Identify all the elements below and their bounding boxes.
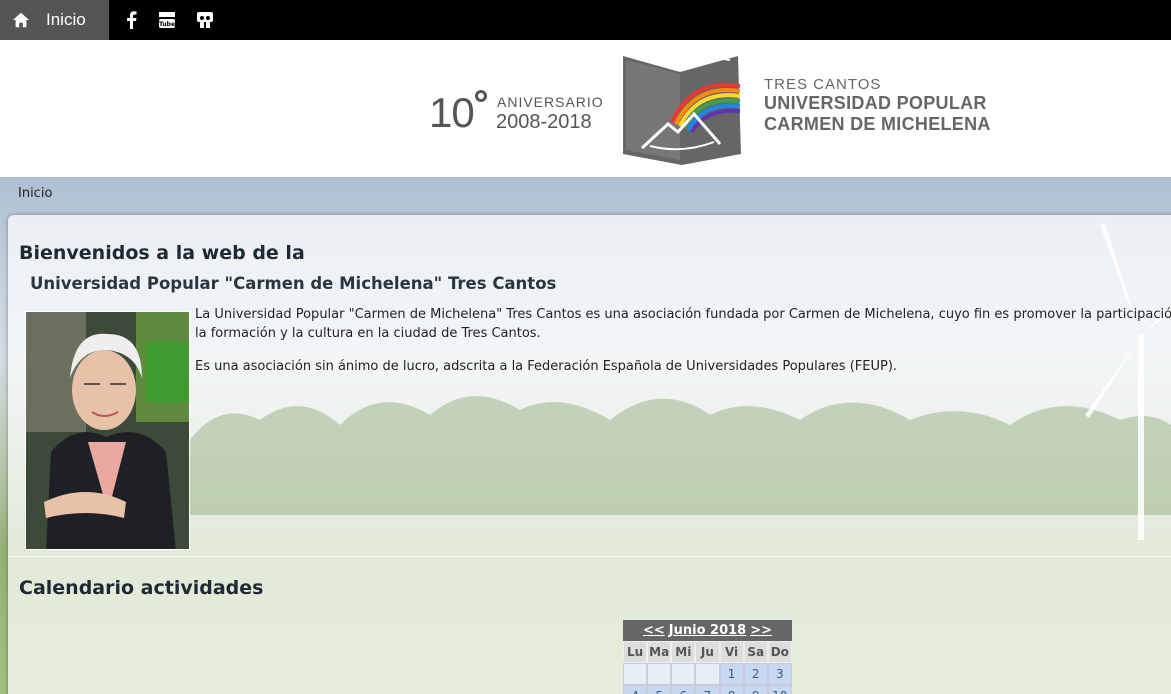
founder-portrait bbox=[25, 311, 190, 550]
calendar-day[interactable]: 3 bbox=[767, 663, 792, 685]
wind-turbine-icon bbox=[1085, 223, 1171, 540]
week-row: 1 2 3 bbox=[623, 663, 792, 685]
weekday-cell: Sa bbox=[743, 641, 768, 663]
weekday-cell: Ju bbox=[695, 641, 720, 663]
svg-text:Tube: Tube bbox=[159, 21, 175, 28]
calendar-header: << Junio 2018 >> bbox=[623, 620, 792, 641]
calendar-empty-cell bbox=[671, 663, 696, 685]
slideshare-icon[interactable] bbox=[195, 10, 215, 30]
horizon-line bbox=[8, 556, 1171, 557]
welcome-heading: Bienvenidos a la web de la bbox=[19, 242, 305, 264]
feup-paragraph: Es una asociación sin ánimo de lucro, ad… bbox=[195, 359, 898, 374]
week-row: 4 5 6 7 8 9 10 bbox=[623, 685, 792, 694]
calendar-day[interactable]: 9 bbox=[743, 685, 768, 694]
anniversary-years: 2008-2018 bbox=[496, 111, 592, 133]
activities-calendar: << Junio 2018 >> Lu Ma Mi Ju Vi Sa Do 1 … bbox=[623, 620, 792, 694]
trees-background bbox=[190, 396, 1171, 515]
calendar-day[interactable]: 1 bbox=[719, 663, 744, 685]
breadcrumb[interactable]: Inicio bbox=[18, 186, 52, 201]
intro-paragraph: La Universidad Popular "Carmen de Michel… bbox=[195, 307, 1171, 341]
calendar-empty-cell bbox=[695, 663, 720, 685]
facebook-icon[interactable] bbox=[121, 10, 141, 30]
calendar-day[interactable]: 2 bbox=[743, 663, 768, 685]
anniversary-word: ANIVERSARIO bbox=[497, 94, 604, 110]
site-header: 10 ANIVERSARIO 2008-2018 TRES CANTOS UNI… bbox=[0, 40, 1171, 177]
weekday-row: Lu Ma Mi Ju Vi Sa Do bbox=[623, 641, 792, 663]
degree-icon bbox=[475, 90, 487, 102]
calendar-day[interactable]: 5 bbox=[647, 685, 672, 694]
brand-name-line1: UNIVERSIDAD POPULAR bbox=[764, 93, 987, 113]
weekday-cell: Lu bbox=[623, 641, 648, 663]
calendar-day[interactable]: 6 bbox=[671, 685, 696, 694]
calendar-empty-cell bbox=[623, 663, 648, 685]
university-subtitle: Universidad Popular "Carmen de Michelena… bbox=[30, 274, 557, 293]
home-button[interactable]: Inicio bbox=[0, 0, 109, 40]
current-month-link[interactable]: Junio 2018 bbox=[669, 623, 746, 638]
weekday-cell: Mi bbox=[671, 641, 696, 663]
weekday-cell: Ma bbox=[647, 641, 672, 663]
calendar-day[interactable]: 8 bbox=[719, 685, 744, 694]
youtube-icon[interactable]: Tube bbox=[157, 10, 177, 30]
prev-month-link[interactable]: << bbox=[643, 623, 665, 638]
next-month-link[interactable]: >> bbox=[750, 623, 772, 638]
brand-name-line2: CARMEN DE MICHELENA bbox=[764, 114, 991, 134]
weekday-cell: Vi bbox=[719, 641, 744, 663]
calendar-day[interactable]: 10 bbox=[767, 685, 792, 694]
brand-city: TRES CANTOS bbox=[764, 76, 882, 93]
home-label: Inicio bbox=[46, 10, 86, 29]
book-rainbow-logo-icon[interactable] bbox=[620, 50, 744, 168]
calendar-heading: Calendario actividades bbox=[19, 577, 264, 599]
top-bar: Inicio Tube bbox=[0, 0, 1171, 40]
weekday-cell: Do bbox=[767, 641, 792, 663]
anniversary-number: 10 bbox=[429, 89, 475, 136]
calendar-empty-cell bbox=[647, 663, 672, 685]
calendar-day[interactable]: 4 bbox=[623, 685, 648, 694]
calendar-day[interactable]: 7 bbox=[695, 685, 720, 694]
home-icon bbox=[12, 12, 30, 28]
